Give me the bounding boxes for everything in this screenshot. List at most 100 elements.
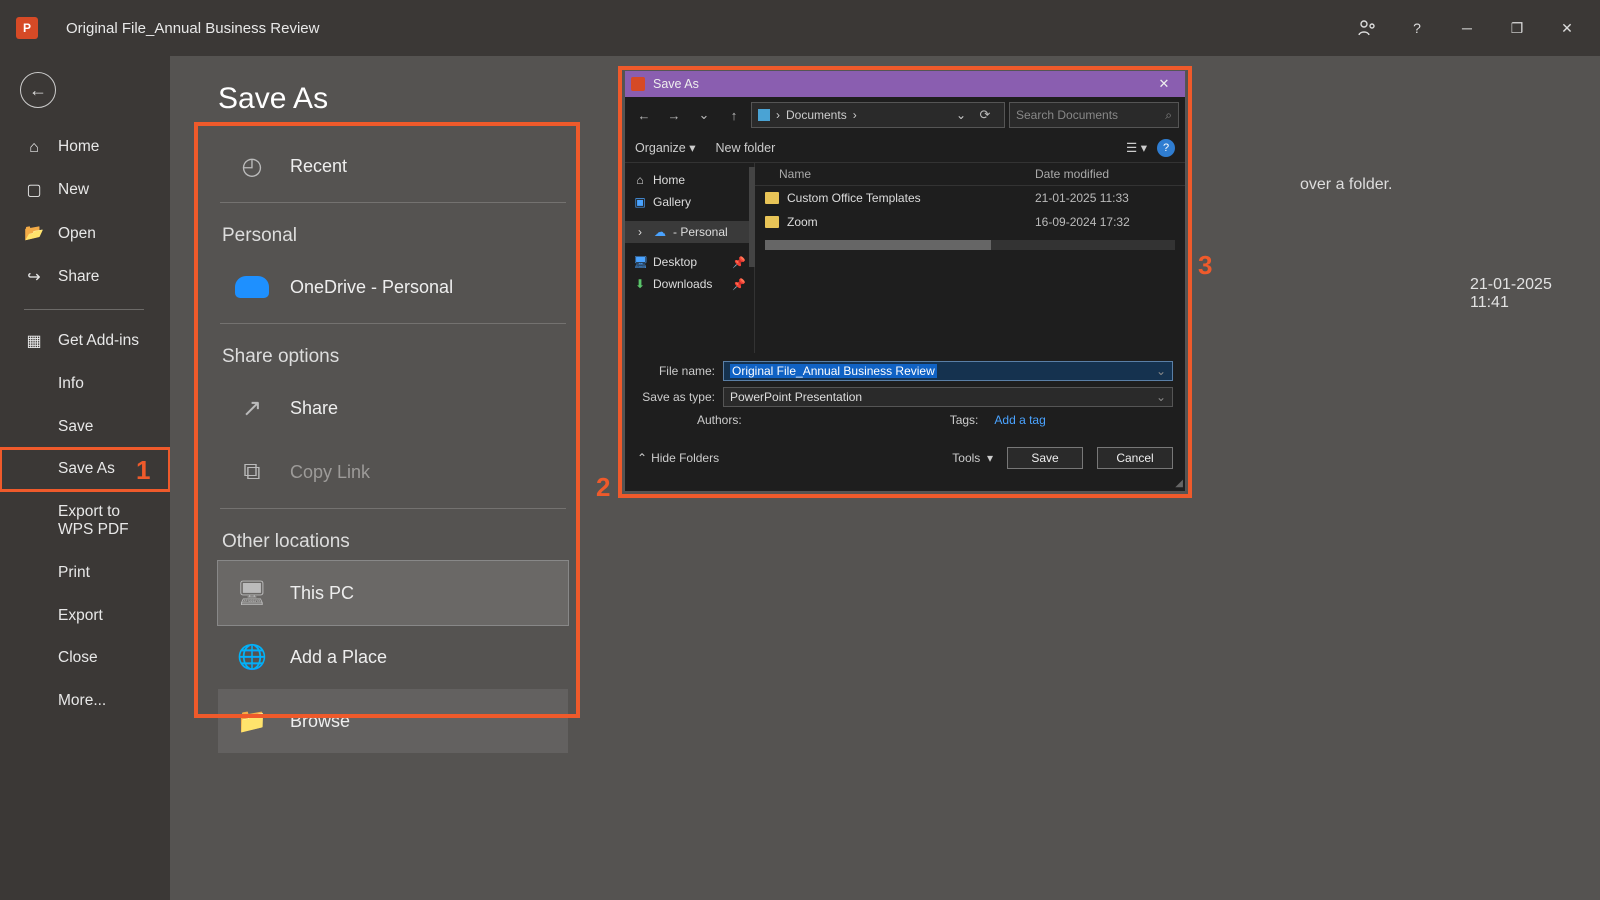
col-name[interactable]: Name [765, 167, 1035, 181]
powerpoint-app-icon: P [16, 17, 38, 39]
nav-info[interactable]: Info [0, 363, 170, 406]
account-icon[interactable] [1342, 9, 1392, 47]
organize-menu[interactable]: Organize ▾ [635, 140, 695, 155]
nav-more[interactable]: More... [0, 680, 170, 723]
refresh-icon[interactable]: ⟳ [972, 102, 998, 128]
window-restore-icon[interactable]: ❐ [1492, 9, 1542, 47]
tags-label: Tags: [950, 413, 979, 427]
dialog-title-text: Save As [653, 77, 699, 91]
opt-copy-link: ⧉ Copy Link [218, 440, 568, 504]
tree-home[interactable]: ⌂Home [625, 169, 754, 191]
nav-export[interactable]: Export [0, 595, 170, 638]
chevron-up-icon: ⌃ [637, 451, 647, 465]
nav-export-wps[interactable]: Export to WPS PDF [0, 491, 170, 552]
dialog-form: File name: Original File_Annual Business… [625, 353, 1185, 437]
new-folder-button[interactable]: New folder [715, 141, 775, 155]
globe-plus-icon: 🌐 [234, 639, 270, 675]
addins-icon: ▦ [24, 332, 44, 351]
opt-onedrive[interactable]: OneDrive - Personal [218, 255, 568, 319]
section-share-options: Share options [218, 328, 568, 376]
folder-icon [765, 192, 779, 204]
tree-downloads[interactable]: ⬇Downloads📌 [625, 273, 754, 295]
dialog-nav-row: ← → ⌄ ↑ › Documents › ⌄ ⟳ Search Documen… [625, 97, 1185, 133]
tree-scrollbar[interactable] [749, 167, 755, 267]
share-icon: ↪ [24, 268, 44, 287]
new-icon: ▢ [24, 181, 44, 200]
dialog-close-icon[interactable]: ✕ [1149, 76, 1179, 92]
search-placeholder: Search Documents [1016, 108, 1118, 122]
pc-icon: 🖥 [234, 575, 270, 611]
nav-back-icon[interactable]: ← [631, 102, 657, 128]
clock-icon: ◴ [234, 148, 270, 184]
opt-add-place[interactable]: 🌐 Add a Place [218, 625, 568, 689]
link-icon: ⧉ [234, 454, 270, 490]
pinned-timestamp: 21-01-2025 11:41 [1470, 276, 1560, 312]
window-minimize-icon[interactable]: ─ [1442, 9, 1492, 47]
file-name-input[interactable]: Original File_Annual Business Review⌄ [723, 361, 1173, 381]
nav-home[interactable]: ⌂Home [0, 126, 170, 169]
dialog-titlebar[interactable]: Save As ✕ [625, 71, 1185, 97]
dialog-body: ⌂Home ▣Gallery ›☁- Personal 🖥Desktop📌 ⬇D… [625, 163, 1185, 353]
breadcrumb-documents[interactable]: Documents [786, 108, 847, 122]
nav-close[interactable]: Close [0, 637, 170, 680]
hide-folders-toggle[interactable]: ⌃Hide Folders [637, 451, 719, 465]
opt-share[interactable]: ↗ Share [218, 376, 568, 440]
tools-menu[interactable]: Tools ▾ [952, 451, 993, 465]
nav-open[interactable]: 📂Open [0, 212, 170, 255]
file-row[interactable]: Custom Office Templates 21-01-2025 11:33 [755, 186, 1185, 210]
tree-gallery[interactable]: ▣Gallery [625, 191, 754, 213]
file-list-header[interactable]: Name Date modified [755, 163, 1185, 186]
horizontal-scrollbar[interactable] [765, 240, 1175, 250]
col-date[interactable]: Date modified [1035, 167, 1175, 181]
desktop-icon: 🖥 [633, 255, 647, 269]
folder-icon [765, 216, 779, 228]
authors-label: Authors: [697, 413, 742, 427]
save-type-combo[interactable]: PowerPoint Presentation⌄ [723, 387, 1173, 407]
file-row[interactable]: Zoom 16-09-2024 17:32 [755, 210, 1185, 234]
address-dropdown-icon[interactable]: ⌄ [956, 108, 966, 122]
address-bar[interactable]: › Documents › ⌄ ⟳ [751, 102, 1005, 128]
tree-desktop[interactable]: 🖥Desktop📌 [625, 251, 754, 273]
view-mode-button[interactable]: ☰ ▾ [1126, 140, 1147, 155]
file-name-label: File name: [637, 364, 715, 378]
opt-browse[interactable]: 📁 Browse [218, 689, 568, 753]
pin-icon[interactable]: 📌 [732, 278, 746, 291]
nav-get-addins[interactable]: ▦Get Add-ins [0, 320, 170, 363]
combo-dropdown-icon[interactable]: ⌄ [1156, 390, 1166, 404]
breadcrumb-sep: › [776, 108, 780, 122]
add-tag-link[interactable]: Add a tag [994, 413, 1045, 427]
opt-this-pc[interactable]: 🖥 This PC [218, 561, 568, 625]
nav-recent-dropdown-icon[interactable]: ⌄ [691, 102, 717, 128]
nav-share[interactable]: ↪Share [0, 256, 170, 299]
share-arrow-icon: ↗ [234, 390, 270, 426]
nav-up-icon[interactable]: ↑ [721, 102, 747, 128]
nav-divider [24, 309, 144, 310]
dialog-help-icon[interactable]: ? [1157, 139, 1175, 157]
tree-onedrive-personal[interactable]: ›☁- Personal [625, 221, 754, 243]
opt-recent[interactable]: ◴ Recent [218, 134, 568, 198]
combo-dropdown-icon[interactable]: ⌄ [1156, 364, 1166, 378]
help-icon[interactable]: ? [1392, 9, 1442, 47]
resize-grip-icon[interactable]: ◢ [1175, 478, 1183, 489]
pin-icon[interactable]: 📌 [732, 256, 746, 269]
cloud-icon: ☁ [653, 225, 667, 239]
drive-icon [758, 109, 770, 121]
dialog-toolbar: Organize ▾ New folder ☰ ▾ ? [625, 133, 1185, 163]
home-icon: ⌂ [24, 138, 44, 157]
breadcrumb-sep2: › [853, 108, 857, 122]
nav-forward-icon[interactable]: → [661, 102, 687, 128]
window-close-icon[interactable]: ✕ [1542, 9, 1592, 47]
dialog-button-row: ⌃Hide Folders Tools ▾ Save Cancel [625, 437, 1185, 477]
dialog-search-input[interactable]: Search Documents ⌕ [1009, 102, 1179, 128]
open-icon: 📂 [24, 224, 44, 243]
powerpoint-small-icon [631, 77, 645, 91]
nav-save[interactable]: Save [0, 406, 170, 449]
save-as-dialog: Save As ✕ ← → ⌄ ↑ › Documents › ⌄ ⟳ Sear… [624, 70, 1186, 492]
save-type-label: Save as type: [637, 390, 715, 404]
cancel-button[interactable]: Cancel [1097, 447, 1173, 469]
save-button[interactable]: Save [1007, 447, 1083, 469]
search-icon: ⌕ [1165, 108, 1172, 123]
nav-new[interactable]: ▢New [0, 169, 170, 212]
nav-print[interactable]: Print [0, 552, 170, 595]
save-as-locations: ◴ Recent Personal OneDrive - Personal Sh… [218, 134, 568, 753]
